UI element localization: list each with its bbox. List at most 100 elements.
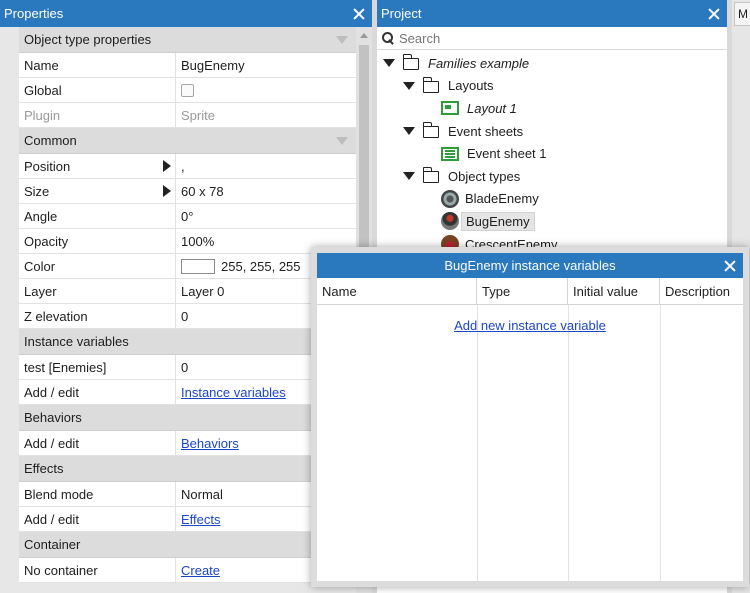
collapse-icon[interactable]	[403, 172, 415, 181]
prop-row-position[interactable]: Position ,	[19, 154, 356, 179]
tree-label: Object types	[448, 168, 521, 184]
section-title: Instance variables	[24, 334, 129, 349]
section-effects[interactable]: Effects	[19, 456, 356, 482]
tree-label: Families example	[428, 55, 530, 71]
prop-label: Position	[24, 158, 71, 174]
prop-row-plugin: Plugin Sprite	[19, 103, 356, 128]
instance-variables-dialog: BugEnemy instance variables Name Type In…	[311, 247, 749, 587]
tree-item-event-sheets[interactable]: Event sheets	[377, 120, 727, 143]
prop-label: Z elevation	[19, 304, 176, 328]
prop-row-no-container[interactable]: No container Create	[19, 558, 356, 583]
prop-row-add-edit-variables[interactable]: Add / edit Instance variables	[19, 380, 356, 405]
dialog-header[interactable]: BugEnemy instance variables	[317, 253, 743, 278]
project-header: Project	[377, 0, 727, 27]
prop-row-add-edit-effects[interactable]: Add / edit Effects	[19, 507, 356, 532]
prop-row-global[interactable]: Global	[19, 78, 356, 103]
tree-label-selected: BugEnemy	[461, 211, 535, 231]
section-instance-variables[interactable]: Instance variables	[19, 329, 356, 355]
tree-label: BladeEnemy	[465, 191, 539, 207]
prop-value-angle[interactable]: 0°	[176, 204, 356, 228]
tree-item-bug-enemy[interactable]: BugEnemy	[377, 210, 727, 233]
property-grid: Object type properties Name BugEnemy Glo…	[19, 27, 356, 583]
folder-icon	[422, 76, 439, 93]
prop-label: Add / edit	[19, 431, 176, 455]
expand-icon[interactable]	[163, 185, 171, 197]
prop-label: Name	[19, 53, 176, 77]
project-search-bar	[377, 27, 727, 50]
create-container-link[interactable]: Create	[181, 563, 220, 578]
prop-label-position[interactable]: Position	[19, 154, 176, 178]
tree-item-layout-1[interactable]: Layout 1	[377, 97, 727, 120]
project-close-icon[interactable]	[707, 7, 721, 21]
prop-row-add-edit-behaviors[interactable]: Add / edit Behaviors	[19, 431, 356, 456]
tree-item-root[interactable]: Families example	[377, 52, 727, 75]
tree-item-blade-enemy[interactable]: BladeEnemy	[377, 188, 727, 211]
right-panel-tab[interactable]: M	[734, 2, 750, 26]
column-header-type[interactable]: Type	[477, 278, 568, 304]
collapse-icon[interactable]	[336, 136, 348, 145]
section-title: Container	[24, 537, 81, 552]
add-new-instance-variable-link[interactable]: Add new instance variable	[454, 318, 606, 333]
prop-value-size[interactable]: 60 x 78	[176, 179, 356, 203]
scroll-up-icon[interactable]	[360, 33, 368, 38]
expand-icon[interactable]	[163, 160, 171, 172]
blade-enemy-sprite-icon	[441, 189, 459, 208]
variables-table: Name Type Initial value Description Add …	[317, 278, 743, 581]
column-header-description[interactable]: Description	[660, 278, 743, 304]
section-common[interactable]: Common	[19, 128, 356, 154]
prop-row-angle[interactable]: Angle 0°	[19, 204, 356, 229]
collapse-icon[interactable]	[336, 35, 348, 44]
prop-row-test[interactable]: test [Enemies] 0	[19, 355, 356, 380]
prop-row-name[interactable]: Name BugEnemy	[19, 53, 356, 78]
prop-label: Add / edit	[19, 507, 176, 531]
prop-label: test [Enemies]	[19, 355, 176, 379]
tree-label: Event sheet 1	[467, 146, 547, 162]
prop-label: Blend mode	[19, 482, 176, 506]
tree-item-layouts[interactable]: Layouts	[377, 75, 727, 98]
prop-row-z-elevation[interactable]: Z elevation 0	[19, 304, 356, 329]
section-object-type-properties[interactable]: Object type properties	[19, 27, 356, 53]
global-checkbox[interactable]	[181, 83, 194, 97]
dialog-close-icon[interactable]	[723, 259, 737, 273]
dialog-body: BugEnemy instance variables Name Type In…	[317, 253, 743, 581]
prop-label: Global	[19, 78, 176, 102]
section-title: Effects	[24, 461, 64, 476]
prop-label: Angle	[19, 204, 176, 228]
collapse-icon[interactable]	[403, 81, 415, 90]
folder-icon	[422, 167, 439, 184]
properties-close-icon[interactable]	[352, 7, 366, 21]
prop-label: Add / edit	[19, 380, 176, 404]
prop-row-layer[interactable]: Layer Layer 0	[19, 279, 356, 304]
prop-value-name[interactable]: BugEnemy	[176, 53, 356, 77]
search-icon	[381, 31, 395, 45]
instance-variables-link[interactable]: Instance variables	[181, 385, 286, 400]
color-swatch[interactable]	[181, 258, 215, 274]
event-sheet-icon	[441, 146, 459, 161]
column-dividers	[317, 305, 743, 581]
project-tree: Families example Layouts Layout 1 Event …	[377, 50, 727, 255]
prop-row-color[interactable]: Color 255, 255, 255	[19, 254, 356, 279]
tree-label: Event sheets	[448, 123, 524, 139]
prop-row-opacity[interactable]: Opacity 100%	[19, 229, 356, 254]
effects-link[interactable]: Effects	[181, 512, 221, 527]
column-header-initial-value[interactable]: Initial value	[568, 278, 660, 304]
project-title: Project	[381, 6, 422, 21]
prop-row-size[interactable]: Size 60 x 78	[19, 179, 356, 204]
prop-value-global[interactable]	[176, 78, 356, 102]
collapse-icon[interactable]	[403, 127, 415, 136]
collapse-icon[interactable]	[383, 59, 395, 68]
section-container[interactable]: Container	[19, 532, 356, 558]
search-input[interactable]	[399, 30, 699, 46]
tree-item-object-types[interactable]: Object types	[377, 165, 727, 188]
add-variable-row: Add new instance variable	[317, 318, 743, 333]
section-behaviors[interactable]: Behaviors	[19, 405, 356, 431]
prop-label: No container	[19, 558, 176, 582]
column-header-name[interactable]: Name	[317, 278, 477, 304]
tree-item-event-sheet-1[interactable]: Event sheet 1	[377, 142, 727, 165]
prop-label-size[interactable]: Size	[19, 179, 176, 203]
behaviors-link[interactable]: Behaviors	[181, 436, 239, 451]
prop-row-blend-mode[interactable]: Blend mode Normal	[19, 482, 356, 507]
properties-title: Properties	[4, 6, 64, 21]
prop-value-plugin: Sprite	[181, 107, 215, 123]
prop-value-position[interactable]: ,	[176, 154, 356, 178]
